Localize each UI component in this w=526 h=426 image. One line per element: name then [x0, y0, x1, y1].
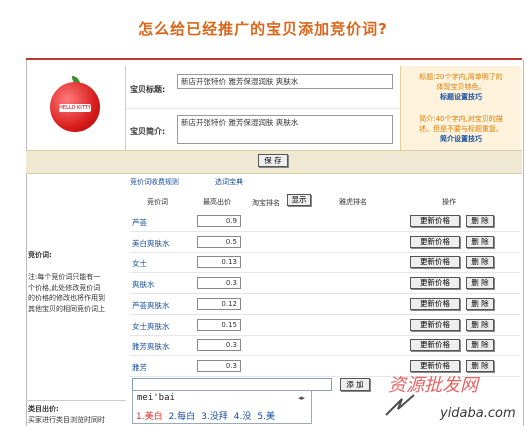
- keyword-note: 注:每个竞价词只能有一 个价格,此处修改竞价词 的价格的修改也将作用到 其他宝贝…: [28, 272, 128, 314]
- update-price-button[interactable]: 更新价格: [410, 235, 460, 248]
- delete-button[interactable]: 删 除: [466, 215, 494, 227]
- add-keyword-button[interactable]: 添 加: [340, 378, 370, 391]
- row-divider: [130, 293, 520, 295]
- row-bid-input[interactable]: 0.3: [197, 339, 241, 352]
- delete-button[interactable]: 删 除: [466, 256, 494, 269]
- page-title: 怎么给已经推广的宝贝添加竞价词?: [138, 20, 388, 38]
- row-divider: [130, 231, 520, 232]
- ime-page-arrows-icon[interactable]: ◂▸: [298, 394, 305, 402]
- row-bid-input[interactable]: 0.3: [197, 359, 241, 372]
- delete-button[interactable]: 删 除: [466, 318, 494, 331]
- header-keyword: 竞价词: [147, 198, 168, 206]
- row-keyword: 美白爽肤水: [132, 238, 170, 248]
- delete-button[interactable]: 删 除: [466, 297, 494, 310]
- row-divider: [130, 355, 520, 357]
- desc-tips-link[interactable]: 简介设置技巧: [401, 134, 521, 144]
- update-price-button[interactable]: 更新价格: [410, 339, 460, 352]
- row-bid-input[interactable]: 0.9: [197, 215, 241, 227]
- row-keyword: 芦荟爽肤水: [132, 300, 170, 310]
- row-divider: [130, 251, 520, 253]
- row-divider: [130, 272, 520, 274]
- ime-candidate[interactable]: 1.美白: [136, 412, 163, 422]
- header-yahoo-rank: 雅虎排名: [339, 198, 367, 206]
- update-price-button[interactable]: 更新价格: [410, 277, 460, 290]
- watermark-logo: 资源批发网 yidaba.com: [385, 375, 516, 421]
- update-price-button[interactable]: 更新价格: [410, 256, 460, 269]
- ime-candidate-popup: mei'bai ◂▸ 1.美白 2.每白 3.没拜 4.没 5.美: [132, 390, 312, 424]
- title-hint-line1: 标题:20个字内,简单明了的: [419, 73, 503, 81]
- header-operations: 操作: [442, 198, 456, 206]
- save-button[interactable]: 保 存: [258, 154, 288, 167]
- row-keyword: 雅芳: [132, 362, 147, 372]
- row-bid-input[interactable]: 0.15: [197, 318, 241, 331]
- title-input[interactable]: 新店开张特价 雅芳保湿润肤 爽肤水: [177, 74, 393, 89]
- ime-composition: mei'bai: [137, 393, 175, 403]
- row-bid-input[interactable]: 0.5: [197, 235, 241, 248]
- keyword-guide-link[interactable]: 选词宝典: [215, 177, 243, 187]
- title-label: 宝贝标题:: [130, 85, 166, 94]
- delete-button[interactable]: 删 除: [466, 277, 494, 290]
- row-divider: [130, 334, 520, 336]
- ime-candidate[interactable]: 4.没: [234, 412, 252, 422]
- row-bid-input[interactable]: 0.3: [197, 277, 241, 290]
- delete-button[interactable]: 删 除: [466, 339, 494, 352]
- row-keyword: 雅芳爽肤水: [132, 342, 170, 352]
- note-line: 的价格的修改也将作用到: [28, 294, 105, 302]
- header-taobao-rank: 淘宝排名: [252, 199, 280, 207]
- category-bid-heading: 类目出价:: [28, 405, 59, 413]
- desc-hint-line1: 简介:40个字内,对宝贝的描: [419, 115, 503, 123]
- watermark-domain: yidaba.com: [439, 406, 516, 421]
- desc-textarea[interactable]: 新店开张特价 雅芳保湿润肤 爽肤水: [177, 115, 393, 144]
- product-image-label: HELLO KITTY: [59, 104, 91, 112]
- title-hint-line2: 体现宝贝特色。: [436, 83, 486, 91]
- row-bid-input[interactable]: 0.12: [197, 297, 241, 310]
- note-line: 注:每个竞价词只能有一: [28, 273, 101, 281]
- row-keyword: 女士: [132, 259, 147, 269]
- row-keyword: 女士爽肤水: [132, 321, 170, 331]
- watermark-text: 资源批发网: [388, 375, 480, 396]
- title-tips-link[interactable]: 标题设置技巧: [401, 92, 521, 102]
- keyword-section-heading: 竞价词:: [28, 251, 52, 259]
- desc-hint-line2: 述。但是不要与标题重复。: [419, 125, 503, 133]
- header-max-bid: 最高出价: [203, 198, 231, 206]
- update-price-button[interactable]: 更新价格: [410, 318, 460, 331]
- hint-panel: 标题:20个字内,简单明了的 体现宝贝特色。 标题设置技巧 简介:40个字内,对…: [400, 66, 521, 150]
- row-keyword: 爽肤水: [132, 280, 155, 290]
- note-line: 个价格,此处修改竞价词: [28, 283, 101, 292]
- row-keyword: 芦荟: [132, 218, 147, 227]
- row-divider: [130, 313, 520, 315]
- desc-label: 宝贝简介:: [130, 127, 166, 136]
- watermark-bolt-icon: [385, 394, 415, 416]
- ime-candidate[interactable]: 5.美: [257, 412, 275, 422]
- show-rank-button[interactable]: 显示: [287, 194, 311, 206]
- category-bid-note: 买家进行类目浏览时同时: [28, 416, 105, 424]
- delete-button[interactable]: 删 除: [466, 235, 494, 248]
- ime-candidate[interactable]: 2.每白: [169, 412, 196, 422]
- row-divider: [126, 108, 400, 109]
- ime-candidate[interactable]: 3.没拜: [201, 412, 228, 422]
- update-price-button[interactable]: 更新价格: [410, 215, 460, 227]
- section-divider: [26, 400, 126, 401]
- product-image: HELLO KITTY: [50, 76, 100, 132]
- note-line: 其他宝贝的相同竞价词上: [28, 304, 105, 313]
- update-price-button[interactable]: 更新价格: [410, 297, 460, 310]
- ime-candidates: 1.美白 2.每白 3.没拜 4.没 5.美: [136, 409, 281, 422]
- bid-rules-link[interactable]: 竞价词收费规则: [130, 177, 179, 187]
- row-bid-input[interactable]: 0.13: [197, 256, 241, 269]
